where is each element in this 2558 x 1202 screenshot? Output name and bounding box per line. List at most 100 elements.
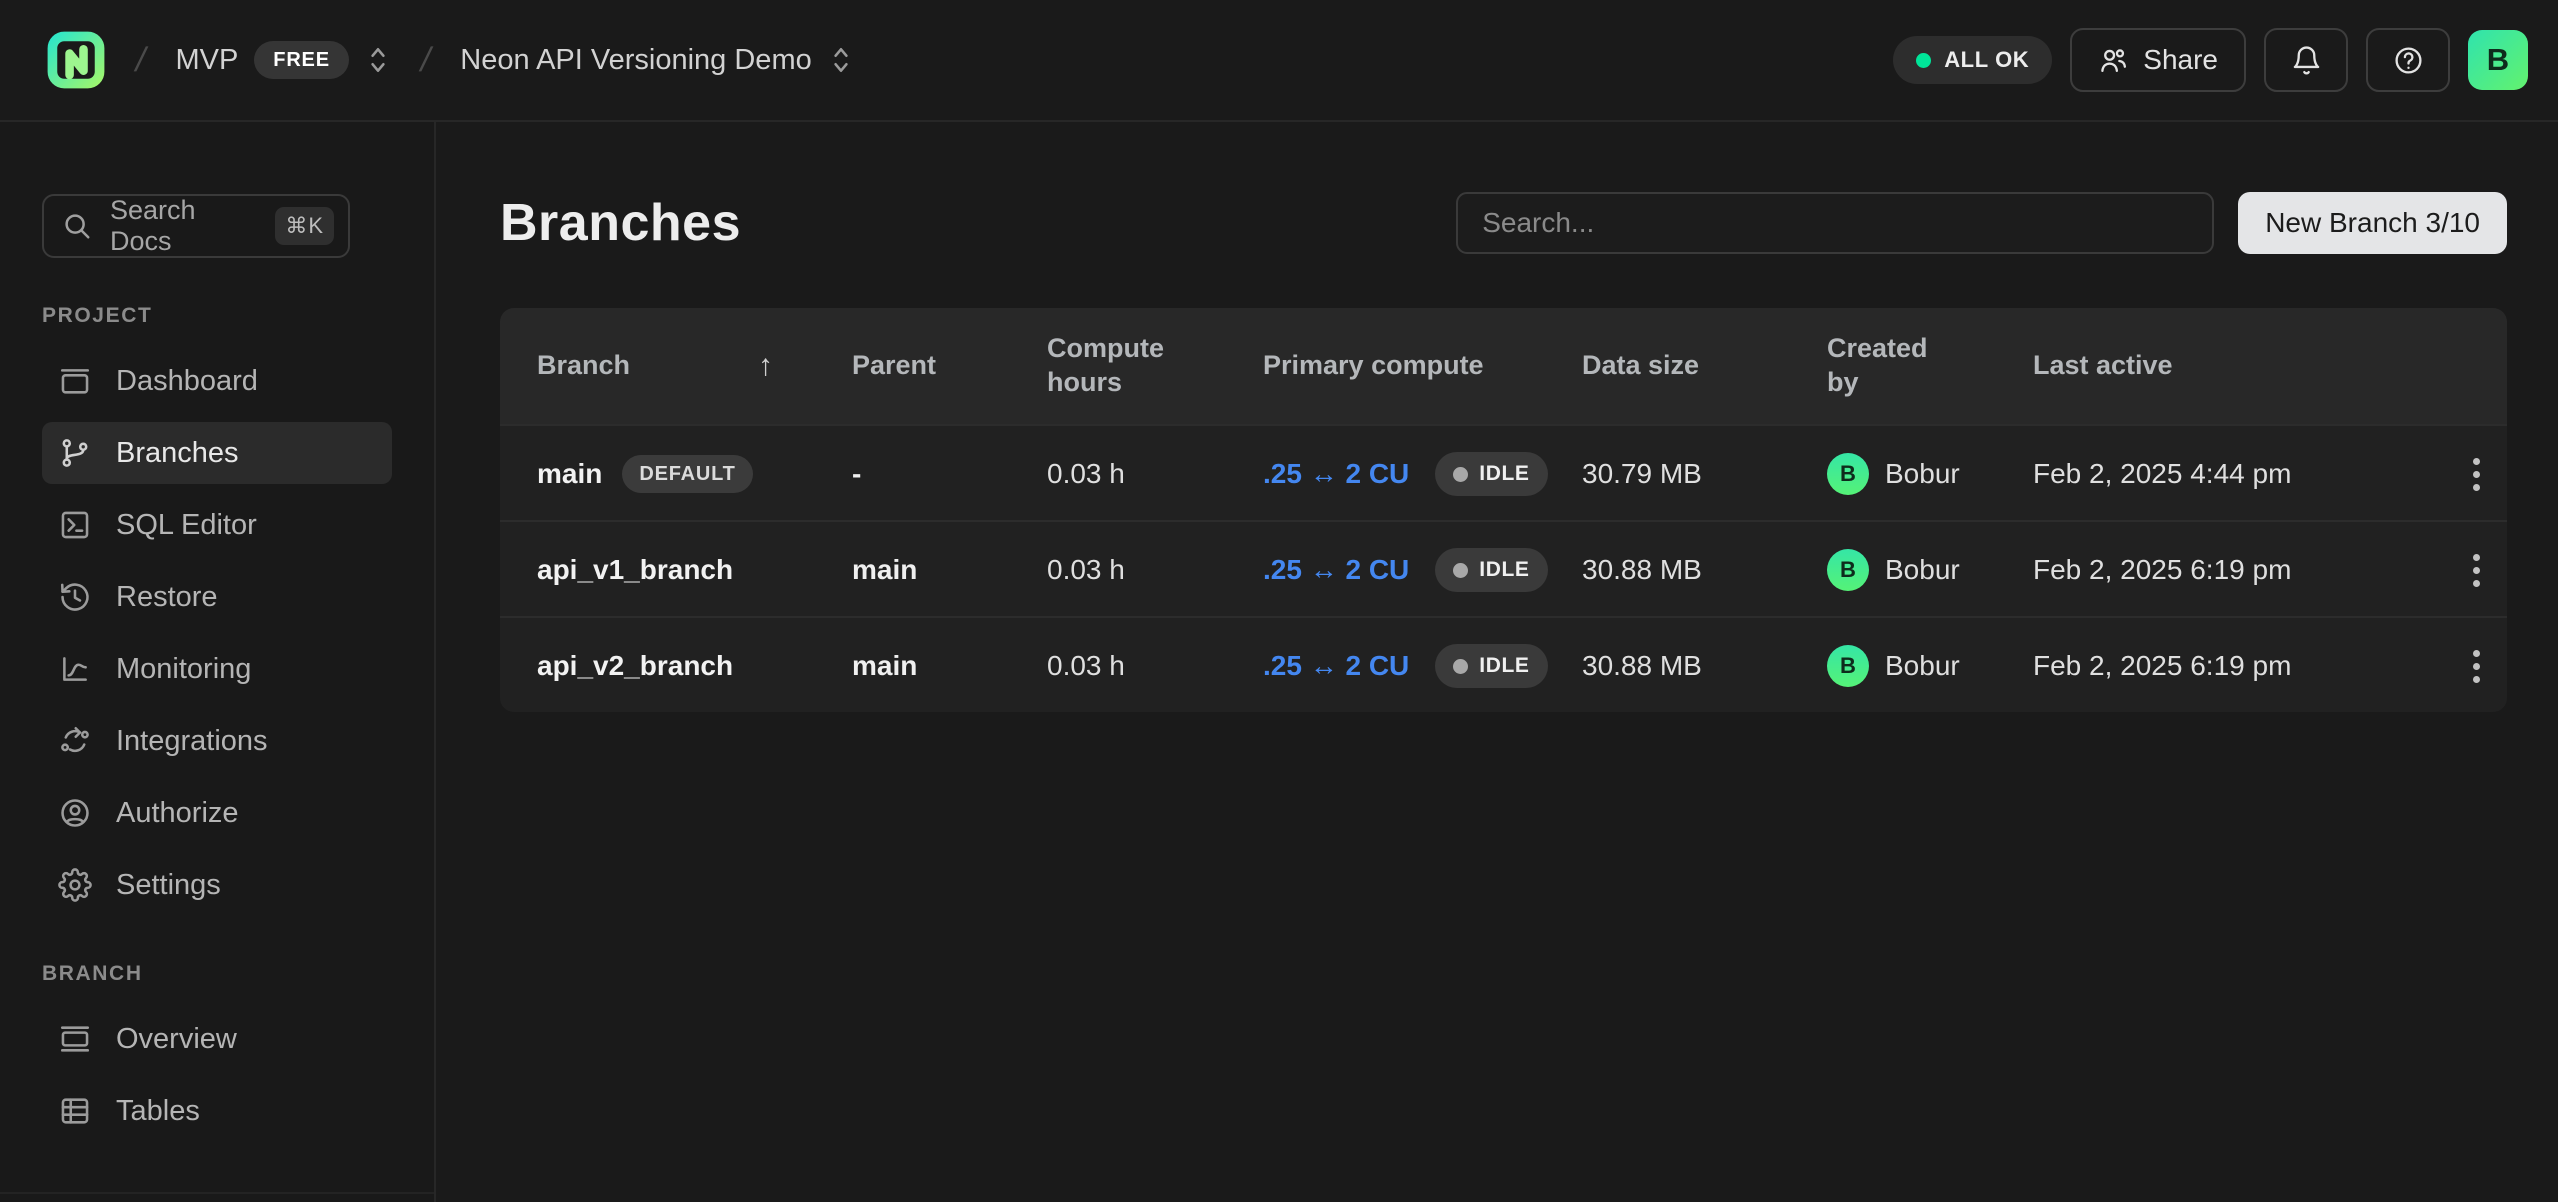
row-menu-button[interactable] xyxy=(2445,618,2507,712)
sidebar-item-label: Integrations xyxy=(116,725,268,758)
monitoring-icon xyxy=(58,652,92,686)
neon-logo-icon[interactable] xyxy=(46,30,106,90)
sidebar-item-authorize[interactable]: Authorize xyxy=(42,782,392,844)
column-header[interactable]: Branch ↑ xyxy=(537,347,852,385)
compute-hours-cell: 0.03 h xyxy=(1047,458,1263,490)
plan-badge: FREE xyxy=(254,41,349,79)
table-row[interactable]: api_v1_branch main 0.03 h .25 ↔ 2 CU IDL… xyxy=(500,520,2507,616)
help-button[interactable] xyxy=(2366,28,2450,92)
creator-avatar: B xyxy=(1827,453,1869,495)
created-by-cell: B Bobur xyxy=(1827,453,2033,495)
compute-state-label: IDLE xyxy=(1479,654,1529,678)
new-branch-button[interactable]: New Branch 3/10 xyxy=(2238,192,2507,254)
parent-cell: main xyxy=(852,554,1047,586)
sidebar-section: BRANCH Overview Tables xyxy=(0,962,434,1142)
idle-dot-icon xyxy=(1453,563,1468,578)
table-body: main DEFAULT - 0.03 h .25 ↔ 2 CU IDLE 30… xyxy=(500,424,2507,712)
branch-name: api_v2_branch xyxy=(537,650,733,682)
share-button[interactable]: Share xyxy=(2070,28,2246,92)
column-header[interactable]: Primary compute xyxy=(1263,349,1582,383)
parent-name: main xyxy=(852,554,917,586)
default-badge: DEFAULT xyxy=(622,455,752,493)
sidebar-section: PROJECT Dashboard Branches SQL Editor Re… xyxy=(0,304,434,916)
sidebar-item-settings[interactable]: Settings xyxy=(42,854,392,916)
status-label: ALL OK xyxy=(1944,47,2029,73)
compute-range-link[interactable]: .25 ↔ 2 CU xyxy=(1263,554,1409,586)
creator-avatar: B xyxy=(1827,645,1869,687)
column-header[interactable]: Created by xyxy=(1827,332,2033,400)
data-size-cell: 30.88 MB xyxy=(1582,650,1827,682)
row-menu-button[interactable] xyxy=(2445,426,2507,522)
creator-name: Bobur xyxy=(1885,554,1960,586)
parent-name: main xyxy=(852,650,917,682)
sidebar-item-label: Settings xyxy=(116,869,221,902)
column-header[interactable]: Data size xyxy=(1582,349,1827,383)
compute-range-link[interactable]: .25 ↔ 2 CU xyxy=(1263,458,1409,490)
sort-asc-arrow-icon: ↑ xyxy=(758,347,773,385)
search-docs-button[interactable]: Search Docs ⌘K xyxy=(42,194,350,258)
creator-name: Bobur xyxy=(1885,650,1960,682)
sidebar-item-branches[interactable]: Branches xyxy=(42,422,392,484)
page-header: Branches New Branch 3/10 xyxy=(500,192,2507,254)
top-bar: / MVP FREE / Neon API Versioning Demo AL… xyxy=(0,0,2558,122)
table-header-row: Branch ↑ Parent Compute hours Primary co… xyxy=(500,308,2507,424)
sidebar-item-integrations[interactable]: Integrations xyxy=(42,710,392,772)
row-menu-button[interactable] xyxy=(2445,522,2507,618)
notifications-button[interactable] xyxy=(2264,28,2348,92)
column-header-label: Parent xyxy=(852,349,936,383)
column-header[interactable]: Last active xyxy=(2033,349,2445,383)
data-size-cell: 30.79 MB xyxy=(1582,458,1827,490)
sidebar-item-label: SQL Editor xyxy=(116,509,257,542)
compute-hours-cell: 0.03 h xyxy=(1047,554,1263,586)
bell-icon xyxy=(2291,45,2322,76)
sidebar-item-label: Restore xyxy=(116,581,218,614)
branches-table: Branch ↑ Parent Compute hours Primary co… xyxy=(500,308,2507,712)
primary-compute-cell: .25 ↔ 2 CU IDLE xyxy=(1263,644,1582,688)
idle-dot-icon xyxy=(1453,467,1468,482)
table-row[interactable]: main DEFAULT - 0.03 h .25 ↔ 2 CU IDLE 30… xyxy=(500,424,2507,520)
project-selector[interactable]: MVP FREE xyxy=(175,41,390,79)
overview-icon xyxy=(58,1022,92,1056)
app-window: / MVP FREE / Neon API Versioning Demo AL… xyxy=(0,0,2558,1202)
branch-cell: main DEFAULT xyxy=(537,455,852,493)
user-avatar[interactable]: B xyxy=(2468,30,2528,90)
table-row[interactable]: api_v2_branch main 0.03 h .25 ↔ 2 CU IDL… xyxy=(500,616,2507,712)
compute-range-link[interactable]: .25 ↔ 2 CU xyxy=(1263,650,1409,682)
sidebar-item-label: Tables xyxy=(116,1095,200,1128)
sidebar-item-restore[interactable]: Restore xyxy=(42,566,392,628)
settings-icon xyxy=(58,868,92,902)
sidebar-item-tables[interactable]: Tables xyxy=(42,1080,392,1142)
authorize-icon xyxy=(58,796,92,830)
last-active-cell: Feb 2, 2025 6:19 pm xyxy=(2033,554,2445,586)
avatar-initial: B xyxy=(2487,42,2509,78)
status-badge[interactable]: ALL OK xyxy=(1893,36,2052,84)
chevron-updown-icon xyxy=(365,45,391,75)
created-by-cell: B Bobur xyxy=(1827,549,2033,591)
page-title: Branches xyxy=(500,193,741,253)
sidebar-nav: PROJECT Dashboard Branches SQL Editor Re… xyxy=(0,304,434,1142)
question-circle-icon xyxy=(2393,45,2424,76)
breadcrumb: / MVP FREE / Neon API Versioning Demo xyxy=(46,30,854,90)
branches-icon xyxy=(58,436,92,470)
data-size-cell: 30.88 MB xyxy=(1582,554,1827,586)
compute-state-label: IDLE xyxy=(1479,558,1529,582)
column-header-label: Compute hours xyxy=(1047,332,1172,400)
branch-selector[interactable]: Neon API Versioning Demo xyxy=(460,44,853,77)
compute-hours-cell: 0.03 h xyxy=(1047,650,1263,682)
sidebar-section-label: PROJECT xyxy=(42,304,434,328)
sidebar-item-overview[interactable]: Overview xyxy=(42,1008,392,1070)
sidebar-item-monitoring[interactable]: Monitoring xyxy=(42,638,392,700)
sidebar-item-sql-editor[interactable]: SQL Editor xyxy=(42,494,392,556)
column-header-label: Primary compute xyxy=(1263,349,1484,383)
branch-search-input[interactable] xyxy=(1456,192,2214,254)
sidebar-items: Dashboard Branches SQL Editor Restore Mo… xyxy=(0,350,434,916)
column-header[interactable]: Compute hours xyxy=(1047,332,1263,400)
column-header[interactable]: Parent xyxy=(852,349,1047,383)
branch-name: api_v1_branch xyxy=(537,554,733,586)
integrations-icon xyxy=(58,724,92,758)
column-header-label: Data size xyxy=(1582,349,1699,383)
compute-state-badge: IDLE xyxy=(1435,548,1547,592)
parent-cell: - xyxy=(852,458,1047,490)
search-icon xyxy=(62,211,92,241)
sidebar-item-dashboard[interactable]: Dashboard xyxy=(42,350,392,412)
